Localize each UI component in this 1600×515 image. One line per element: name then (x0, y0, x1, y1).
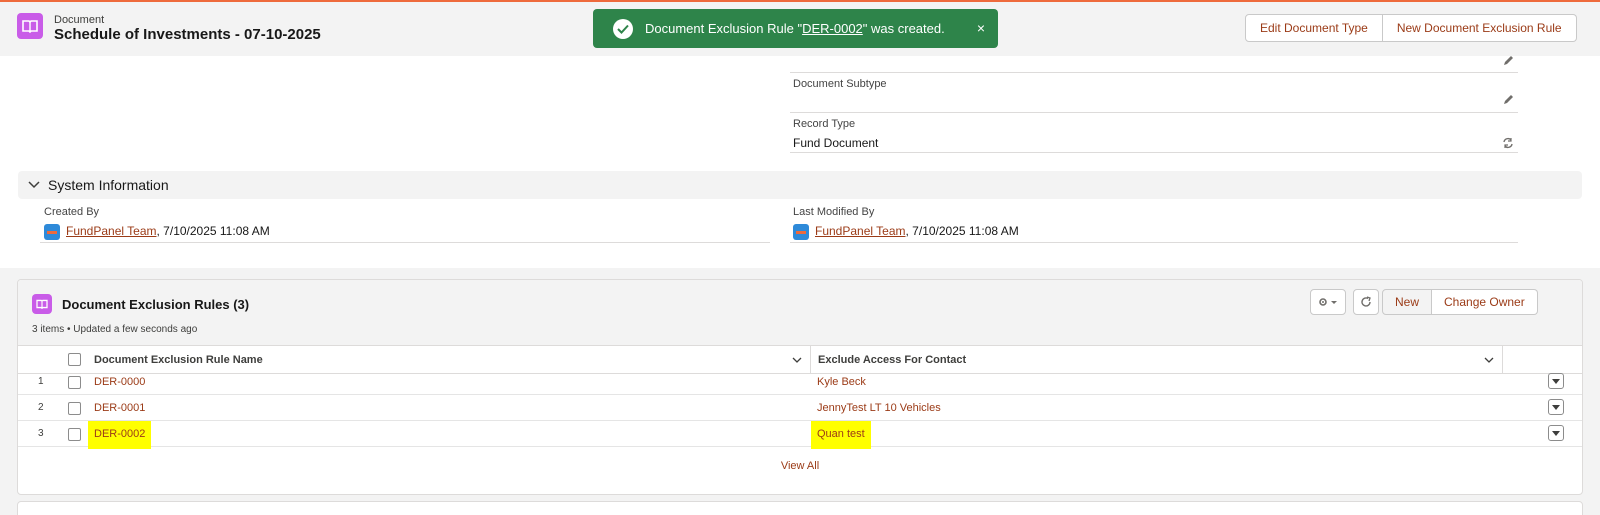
document-subtype-label: Document Subtype (793, 78, 887, 90)
record-detail-card: Document Subtype Record Type Fund Docume… (0, 56, 1600, 268)
system-information-section-toggle[interactable]: System Information (18, 171, 1582, 199)
refresh-button[interactable] (1353, 289, 1379, 315)
new-document-exclusion-rule-button[interactable]: New Document Exclusion Rule (1382, 14, 1577, 42)
related-list-title[interactable]: Document Exclusion Rules (3) (62, 297, 249, 312)
contact-link[interactable]: Quan test (811, 421, 871, 449)
column-label: Document Exclusion Rule Name (94, 353, 263, 366)
table-row: 3 DER-0002 Quan test (18, 421, 1582, 449)
created-by-user-link[interactable]: FundPanel Team (66, 224, 157, 238)
row-checkbox[interactable] (68, 402, 81, 415)
contact-link[interactable]: Kyle Beck (817, 376, 866, 388)
field-divider (790, 152, 1518, 153)
document-subtype-field: Document Subtype (793, 78, 887, 96)
chevron-down-icon (28, 181, 40, 189)
success-check-icon (613, 18, 633, 39)
rule-name-link[interactable]: DER-0000 (94, 376, 145, 388)
chevron-down-icon (1552, 430, 1560, 436)
view-all-link[interactable]: View All (18, 460, 1582, 472)
page-title: Schedule of Investments - 07-10-2025 (54, 26, 321, 43)
created-by-date: , 7/10/2025 11:08 AM (156, 224, 270, 239)
table-row: 2 DER-0001 JennyTest LT 10 Vehicles (18, 395, 1582, 421)
chevron-down-icon (1552, 378, 1560, 384)
edit-pencil-icon[interactable] (1503, 55, 1514, 69)
field-divider (790, 242, 1518, 243)
related-list-header: Document Exclusion Rules (3) 3 items • U… (18, 280, 1582, 346)
header-actions: Edit Document Type New Document Exclusio… (1245, 14, 1577, 42)
select-all-checkbox[interactable] (68, 353, 81, 366)
created-by-label: Created By (44, 206, 100, 218)
field-divider (790, 112, 1518, 113)
modified-by-user-link[interactable]: FundPanel Team (815, 224, 906, 238)
created-by-field: Created By FundPanel Team, 7/10/2025 11:… (44, 206, 270, 240)
table-row: 1 DER-0000 Kyle Beck (18, 369, 1582, 395)
chevron-down-icon[interactable] (1484, 357, 1494, 363)
record-type-field: Record Type Fund Document (793, 118, 878, 150)
refresh-icon (1361, 296, 1371, 307)
last-modified-by-label: Last Modified By (793, 206, 875, 218)
user-avatar-icon (793, 224, 809, 240)
last-modified-by-value: FundPanel Team, 7/10/2025 11:08 AM (793, 224, 1019, 240)
row-actions-button[interactable] (1548, 373, 1564, 389)
row-actions-button[interactable] (1548, 399, 1564, 415)
change-record-type-icon[interactable] (1502, 137, 1514, 152)
object-label: Document (54, 14, 105, 26)
row-checkbox[interactable] (68, 376, 81, 389)
created-by-value: FundPanel Team, 7/10/2025 11:08 AM (44, 224, 270, 240)
next-card-edge (17, 501, 1583, 515)
rule-name-link[interactable]: DER-0001 (94, 402, 145, 414)
related-list-meta: 3 items • Updated a few seconds ago (32, 324, 198, 335)
modified-by-date: , 7/10/2025 11:08 AM (905, 224, 1019, 239)
chevron-down-icon (1552, 404, 1560, 410)
row-number: 1 (38, 376, 44, 387)
last-modified-by-field: Last Modified By FundPanel Team, 7/10/20… (793, 206, 1019, 240)
field-divider (790, 72, 1518, 73)
rule-name-link[interactable]: DER-0002 (88, 421, 152, 449)
row-checkbox[interactable] (68, 428, 81, 441)
toast-message-prefix: Document Exclusion Rule " (645, 21, 803, 36)
toast-record-link[interactable]: DER-0002 (802, 21, 863, 36)
change-owner-button[interactable]: Change Owner (1432, 289, 1538, 315)
chevron-down-icon[interactable] (792, 357, 802, 363)
list-settings-button[interactable] (1310, 289, 1346, 315)
contact-link[interactable]: JennyTest LT 10 Vehicles (817, 402, 941, 414)
section-title: System Information (48, 177, 169, 193)
field-divider (40, 242, 770, 243)
document-exclusion-rule-icon (32, 294, 52, 314)
success-toast: Document Exclusion Rule " DER-0002 " was c… (593, 9, 998, 48)
user-avatar-icon (44, 224, 60, 240)
record-type-label: Record Type (793, 118, 856, 130)
row-actions-button[interactable] (1548, 425, 1564, 441)
gear-icon (1319, 298, 1337, 306)
document-object-icon (17, 13, 43, 39)
edit-pencil-icon[interactable] (1503, 94, 1514, 108)
row-number: 2 (38, 402, 44, 413)
toast-message-suffix: " was created. (862, 21, 945, 36)
related-list-card: Document Exclusion Rules (3) 3 items • U… (17, 279, 1583, 495)
column-label: Exclude Access For Contact (818, 353, 967, 366)
close-icon[interactable]: × (977, 20, 985, 36)
row-number: 3 (38, 428, 44, 439)
related-list-actions: New Change Owner (1382, 289, 1538, 315)
new-button[interactable]: New (1382, 289, 1433, 315)
record-type-value: Fund Document (793, 136, 879, 150)
edit-document-type-button[interactable]: Edit Document Type (1245, 14, 1383, 42)
